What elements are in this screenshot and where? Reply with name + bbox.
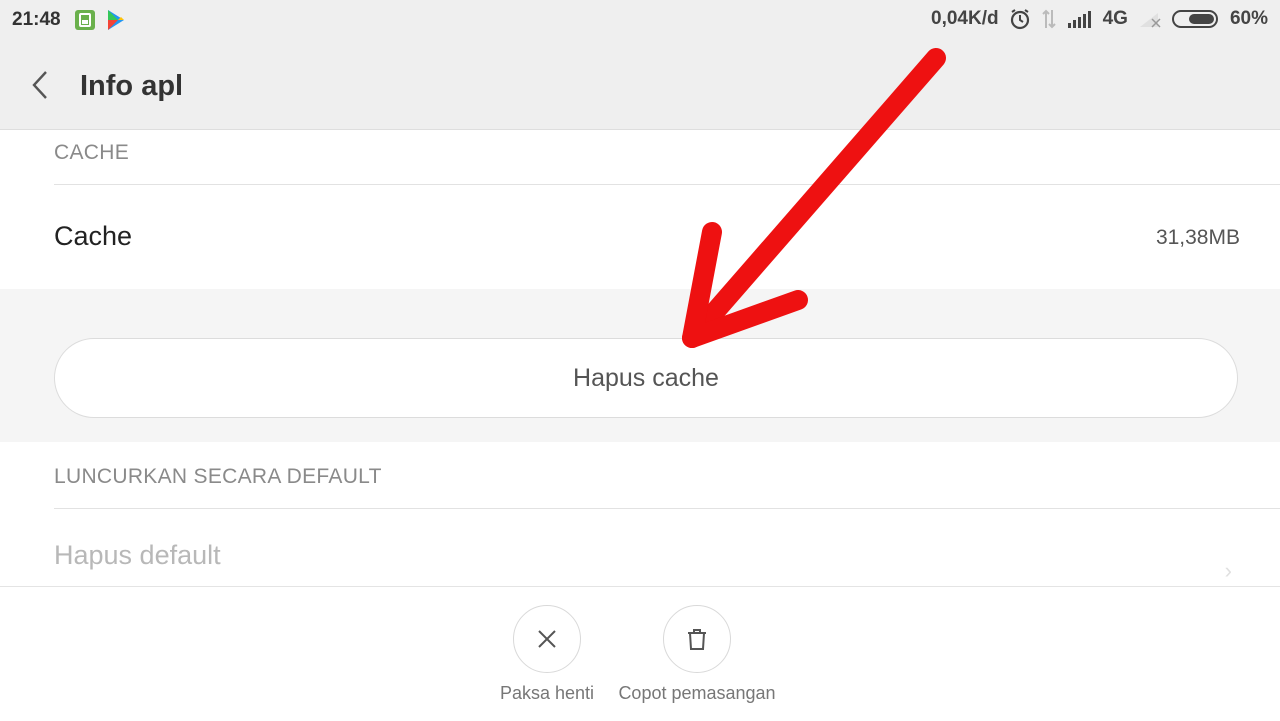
divider [54, 508, 1280, 509]
clear-cache-button[interactable]: Hapus cache [54, 338, 1238, 418]
back-button[interactable] [26, 68, 56, 102]
status-right: 0,04K/d 4G 60% [931, 8, 1268, 30]
bottom-action-bar: Paksa henti Copot pemasangan [0, 586, 1280, 721]
network-type: 4G [1102, 8, 1128, 29]
play-store-icon [106, 9, 126, 31]
data-arrows-icon [1041, 8, 1057, 30]
battery-icon [1171, 9, 1220, 29]
wifi-off-icon [1138, 9, 1162, 29]
close-icon [538, 630, 556, 648]
network-speed: 0,04K/d [931, 8, 999, 29]
uninstall-label: Copot pemasangan [618, 683, 776, 703]
uninstall-button[interactable]: Copot pemasangan [611, 605, 783, 704]
force-stop-button[interactable]: Paksa henti [497, 605, 597, 704]
clear-defaults-label: Hapus default [54, 540, 221, 570]
trash-icon [688, 629, 706, 650]
chevron-right-icon: › [1224, 558, 1232, 583]
chevron-left-icon [32, 71, 47, 99]
uninstall-circle [663, 605, 731, 673]
cache-size-value: 31,38MB [1155, 226, 1240, 249]
sim-icon [74, 9, 96, 31]
section-header-launch-default: LUNCURKAN SECARA DEFAULT [54, 465, 382, 488]
signal-icon [1067, 9, 1093, 29]
section-header-cache: CACHE [54, 141, 130, 164]
alarm-icon [1009, 8, 1031, 30]
status-time: 21:48 [12, 9, 61, 30]
page-title: Info apl [80, 70, 184, 102]
force-stop-circle [513, 605, 581, 673]
clear-defaults-row[interactable]: Hapus default › [0, 510, 1280, 586]
cache-label: Cache [54, 221, 133, 251]
clear-cache-area: Hapus cache [0, 289, 1280, 442]
force-stop-label: Paksa henti [499, 683, 595, 703]
battery-percent: 60% [1229, 8, 1268, 29]
app-bar: Info apl [0, 40, 1280, 130]
notification-icons [74, 9, 126, 31]
status-bar: 21:48 0,04K/d 4G 60% [0, 0, 1280, 40]
cache-row: Cache 31,38MB [0, 185, 1280, 289]
